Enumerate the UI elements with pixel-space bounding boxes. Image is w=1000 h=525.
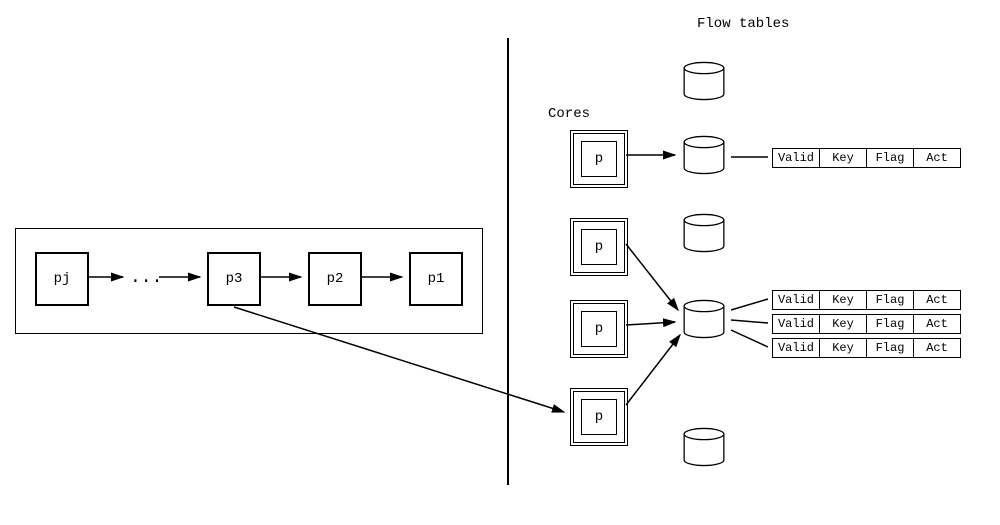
field-flag: Flag [867,315,914,333]
flow-table-1 [680,136,728,174]
flow-table-0 [680,62,728,100]
core-2: p [570,300,628,358]
flow-entry-row: Valid Key Flag Act [772,148,961,168]
core-label: p [595,321,603,337]
packet-p1: p1 [409,252,463,306]
flow-table-3 [680,300,728,338]
core-label: p [595,239,603,255]
packet-p3: p3 [207,252,261,306]
flow-entry-row: Valid Key Flag Act [772,314,961,334]
field-act: Act [914,291,960,309]
diagram-stage: pj ... p3 p2 p1 Flow tables Cores p p p … [0,0,1000,525]
flow-tables-label: Flow tables [697,16,789,32]
field-key: Key [820,149,867,167]
field-flag: Flag [867,149,914,167]
core-label: p [595,151,603,167]
core-0: p [570,130,628,188]
field-flag: Flag [867,339,914,357]
core-label: p [595,409,603,425]
field-key: Key [820,339,867,357]
packet-label: pj [54,271,71,287]
packet-label: p3 [226,271,243,287]
core-3: p [570,388,628,446]
field-act: Act [914,339,960,357]
cores-label: Cores [548,106,590,122]
packet-pj: pj [35,252,89,306]
ellipsis: ... [130,268,162,288]
field-valid: Valid [773,339,820,357]
field-valid: Valid [773,149,820,167]
packet-p2: p2 [308,252,362,306]
field-valid: Valid [773,291,820,309]
core-1: p [570,218,628,276]
field-act: Act [914,315,960,333]
field-key: Key [820,315,867,333]
packet-label: p1 [428,271,445,287]
flow-table-4 [680,428,728,466]
flow-entry-row: Valid Key Flag Act [772,338,961,358]
flow-entry-row: Valid Key Flag Act [772,290,961,310]
field-flag: Flag [867,291,914,309]
packet-label: p2 [327,271,344,287]
flow-table-2 [680,214,728,252]
field-key: Key [820,291,867,309]
field-act: Act [914,149,960,167]
field-valid: Valid [773,315,820,333]
